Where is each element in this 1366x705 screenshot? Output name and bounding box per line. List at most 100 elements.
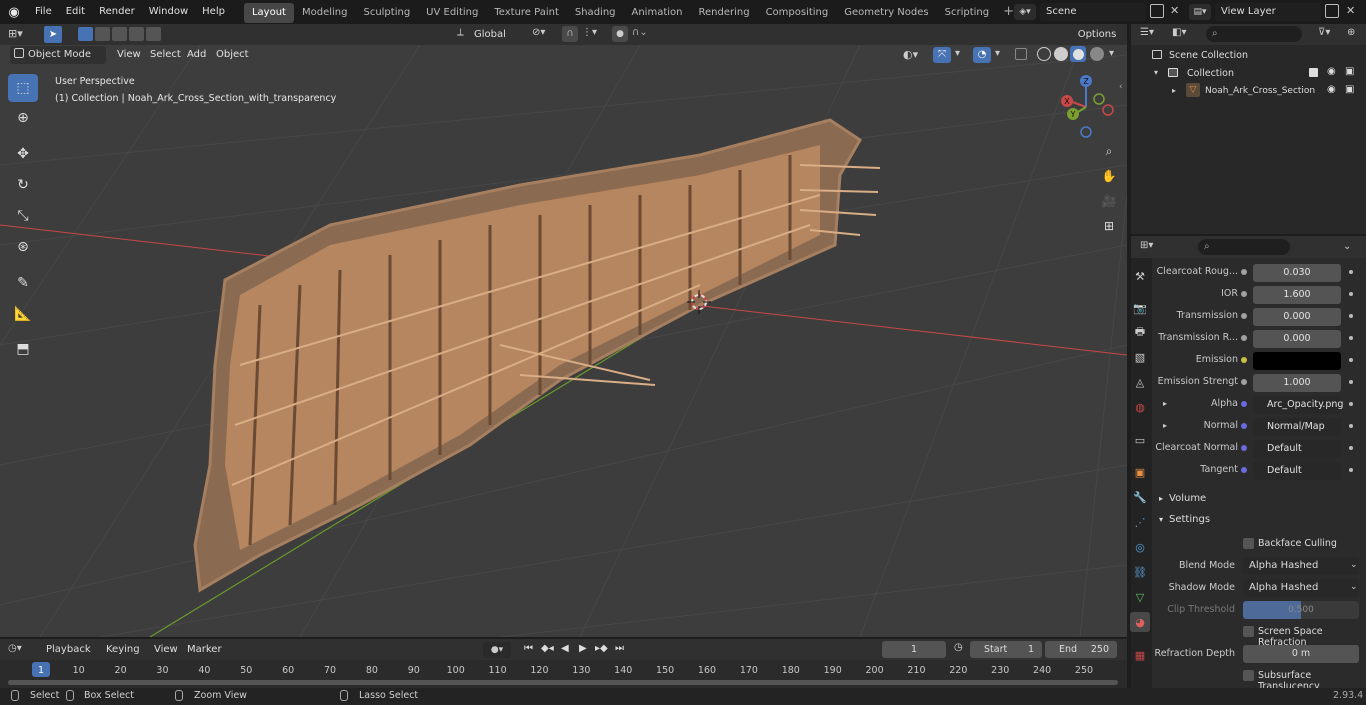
tab-uv-editing[interactable]: UV Editing [418, 3, 486, 23]
outliner-display-mode-icon[interactable]: ◧▾ [1172, 27, 1186, 38]
world-tab-icon[interactable]: ◍ [1130, 397, 1150, 417]
refraction-depth-field[interactable]: 0 m [1243, 645, 1359, 663]
volume-panel-header[interactable]: ▸ Volume [1155, 490, 1366, 508]
move-tool-icon[interactable]: ✥ [8, 140, 38, 168]
viewport-view-menu[interactable]: View [117, 49, 141, 60]
jump-start-icon[interactable]: ⏮ [524, 643, 533, 654]
play-icon[interactable]: ▶ [579, 643, 587, 654]
output-tab-icon[interactable]: 🖶 [1130, 322, 1150, 342]
keyframe-dot-icon[interactable] [1349, 446, 1353, 450]
socket-icon[interactable] [1241, 379, 1247, 385]
tab-shading[interactable]: Shading [567, 3, 624, 23]
outliner-scene-collection[interactable]: Scene Collection [1169, 50, 1248, 61]
collection-expand-icon[interactable]: ▾ [1154, 68, 1158, 77]
jump-end-icon[interactable]: ⏭ [615, 643, 624, 654]
blend-mode-dropdown[interactable]: Alpha Hashed [1243, 557, 1359, 575]
socket-icon[interactable] [1241, 467, 1247, 473]
rendered-shading-icon[interactable] [1090, 47, 1104, 61]
timeline-editor-icon[interactable]: ◷▾ [8, 643, 22, 654]
outliner-editor-icon[interactable]: ☰▾ [1140, 27, 1154, 38]
menu-file[interactable]: File [28, 0, 59, 24]
end-frame-field[interactable]: End 250 [1045, 641, 1117, 658]
emission-color-swatch[interactable] [1253, 352, 1341, 370]
socket-icon[interactable] [1241, 335, 1247, 341]
remove-scene-icon[interactable]: ✕ [1170, 4, 1179, 17]
select-intersect-icon[interactable] [146, 27, 161, 41]
view-layer-tab-icon[interactable]: ▧ [1130, 347, 1150, 367]
pan-view-icon[interactable]: ✋ [1098, 165, 1120, 187]
constraints-tab-icon[interactable]: ⛓ [1130, 562, 1150, 582]
socket-icon[interactable] [1241, 269, 1247, 275]
xray-icon[interactable] [1015, 48, 1027, 60]
cursor-tool-icon[interactable]: ⊕ [8, 104, 38, 132]
overlays-toggle-icon[interactable]: ◔ [973, 47, 991, 63]
transform-tool-icon[interactable]: ⊛ [8, 233, 38, 261]
jump-keyframe-forward-icon[interactable]: ▸◆ [595, 643, 608, 654]
snap-target-icon[interactable]: ⋮▾ [582, 27, 597, 38]
material-shading-icon[interactable] [1070, 46, 1086, 62]
navigation-gizmo[interactable]: Z X Y [1053, 73, 1123, 143]
object-tab-icon[interactable]: ▣ [1130, 462, 1150, 482]
gizmo-toggle-icon[interactable]: ⤧ [933, 47, 951, 63]
outliner-collection[interactable]: Collection [1187, 68, 1234, 79]
object-render-camera-icon[interactable]: ▣ [1345, 84, 1354, 95]
zoom-view-icon[interactable]: ⌕ [1098, 140, 1120, 162]
physics-tab-icon[interactable]: ◎ [1130, 537, 1150, 557]
keyframe-dot-icon[interactable] [1349, 402, 1353, 406]
wireframe-shading-icon[interactable] [1037, 47, 1051, 61]
keyframe-dot-icon[interactable] [1349, 292, 1353, 296]
menu-window[interactable]: Window [142, 0, 195, 24]
3d-viewport[interactable] [0, 45, 1127, 637]
collection-tab-icon[interactable]: ▭ [1130, 430, 1150, 450]
property-value[interactable]: 1.600 [1253, 286, 1341, 304]
tab-animation[interactable]: Animation [624, 3, 691, 23]
keyframe-dot-icon[interactable] [1349, 424, 1353, 428]
expand-input-icon[interactable]: ▸ [1163, 399, 1167, 408]
property-value[interactable]: 0.030 [1253, 264, 1341, 282]
socket-icon[interactable] [1241, 291, 1247, 297]
tab-geometry-nodes[interactable]: Geometry Nodes [836, 3, 936, 23]
current-frame-field[interactable]: 1 [882, 641, 946, 658]
property-value[interactable]: Arc_Opacity.png [1253, 396, 1343, 414]
scene-tab-icon[interactable]: ◬ [1130, 372, 1150, 392]
modifiers-tab-icon[interactable]: 🔧 [1130, 487, 1150, 507]
gizmo-dropdown-icon[interactable]: ▾ [955, 48, 960, 59]
object-visibility-eye-icon[interactable]: ◉ [1327, 84, 1336, 95]
socket-icon[interactable] [1241, 445, 1247, 451]
falloff-icon[interactable]: ∩⌄ [632, 27, 648, 38]
select-new-icon[interactable] [78, 27, 93, 41]
properties-editor-icon[interactable]: ⊞▾ [1140, 240, 1153, 251]
select-extend-icon[interactable] [95, 27, 110, 41]
collection-visibility-eye-icon[interactable]: ◉ [1327, 66, 1336, 77]
select-box-tool-icon[interactable]: ⬚ [8, 74, 38, 102]
playback-menu[interactable]: Playback [40, 641, 96, 659]
render-tab-icon[interactable]: 📷 [1130, 298, 1150, 318]
view-layer-icon[interactable]: ▤▾ [1189, 4, 1211, 20]
start-frame-field[interactable]: Start 1 [970, 641, 1042, 658]
clip-threshold-slider[interactable]: 0.500 [1243, 601, 1359, 619]
measure-tool-icon[interactable]: 📐 [8, 300, 38, 328]
select-invert-icon[interactable] [129, 27, 144, 41]
texture-tab-icon[interactable]: ▦ [1130, 645, 1150, 665]
property-value[interactable]: Default [1253, 462, 1341, 480]
collection-render-camera-icon[interactable]: ▣ [1345, 66, 1354, 77]
new-scene-icon[interactable] [1150, 4, 1164, 18]
transform-orientation-dropdown[interactable]: Global [470, 26, 524, 44]
keyframe-dot-icon[interactable] [1349, 270, 1353, 274]
camera-view-icon[interactable]: 🎥 [1098, 190, 1120, 212]
keyframe-dot-icon[interactable] [1349, 468, 1353, 472]
blender-logo-icon[interactable]: ◉ [0, 0, 28, 24]
tool-tab-icon[interactable]: ⚒ [1130, 266, 1150, 286]
property-value[interactable]: 0.000 [1253, 308, 1341, 326]
property-value[interactable]: 0.000 [1253, 330, 1341, 348]
property-value[interactable]: Default [1253, 440, 1341, 458]
keying-menu[interactable]: Keying [100, 641, 146, 659]
shading-dropdown-icon[interactable]: ▾ [1109, 48, 1114, 59]
viewport-object-menu[interactable]: Object [216, 49, 249, 60]
play-reverse-icon[interactable]: ◀ [561, 643, 569, 654]
auto-keying-icon[interactable]: ●▾ [483, 642, 511, 658]
menu-edit[interactable]: Edit [59, 0, 92, 24]
socket-icon[interactable] [1241, 423, 1247, 429]
material-tab-icon[interactable]: ◕ [1130, 612, 1150, 632]
viewport-select-menu[interactable]: Select [150, 49, 181, 60]
